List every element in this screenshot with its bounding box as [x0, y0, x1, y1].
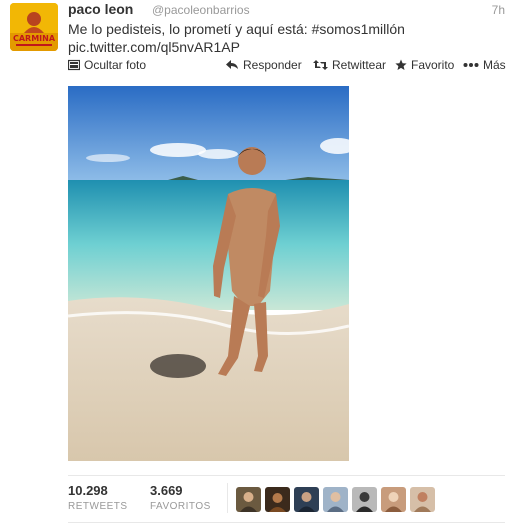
- favoriter-avatar-7[interactable]: [410, 487, 435, 512]
- hide-photo-button[interactable]: Ocultar foto: [68, 58, 146, 72]
- favoriter-avatars: [236, 487, 435, 512]
- favorite-button[interactable]: Favorito: [395, 58, 454, 72]
- photo-icon: [68, 59, 80, 71]
- star-icon: [395, 59, 407, 71]
- favoriter-avatar-4[interactable]: [323, 487, 348, 512]
- tweet-body: Me lo pedisteis, lo prometí y aquí está:…: [68, 21, 405, 37]
- tweet-timestamp[interactable]: 7h: [492, 3, 505, 17]
- stats-separator: [227, 483, 228, 513]
- more-label: Más: [483, 58, 506, 72]
- tweet-actions: Ocultar foto Responder Retwittear Favori…: [68, 58, 508, 76]
- stats-divider-bottom: [68, 522, 505, 523]
- tweet-text: Me lo pedisteis, lo prometí y aquí está:…: [68, 20, 488, 56]
- favoriter-avatar-1[interactable]: [236, 487, 261, 512]
- retweet-stat-label: RETWEETS: [68, 501, 128, 512]
- more-button[interactable]: Más: [463, 58, 506, 72]
- favorite-count: 3.669: [150, 483, 183, 498]
- reply-label: Responder: [243, 58, 302, 72]
- favorite-stat[interactable]: 3.669 FAVORITOS: [150, 483, 211, 512]
- reply-icon: [225, 59, 239, 71]
- stats-divider-top: [68, 475, 505, 476]
- tweet: CARMINA paco leon @pacoleonbarrios 7h Me…: [0, 0, 515, 529]
- hide-photo-label: Ocultar foto: [84, 58, 147, 72]
- retweet-label: Retwittear: [332, 58, 387, 72]
- favoriter-avatar-2[interactable]: [265, 487, 290, 512]
- tweet-photo[interactable]: [68, 86, 349, 461]
- favoriter-avatar-5[interactable]: [352, 487, 377, 512]
- profile-avatar[interactable]: CARMINA: [10, 3, 58, 51]
- retweet-icon: [313, 59, 328, 71]
- favorite-label: Favorito: [411, 58, 455, 72]
- svg-text:CARMINA: CARMINA: [13, 34, 56, 43]
- retweet-button[interactable]: Retwittear: [313, 58, 386, 72]
- tweet-photo-link[interactable]: pic.twitter.com/ql5nvAR1AP: [68, 38, 488, 56]
- retweet-count: 10.298: [68, 483, 108, 498]
- author-handle[interactable]: @pacoleonbarrios: [152, 3, 250, 17]
- retweet-stat[interactable]: 10.298 RETWEETS: [68, 483, 128, 512]
- favoriter-avatar-3[interactable]: [294, 487, 319, 512]
- reply-button[interactable]: Responder: [225, 58, 302, 72]
- author-name[interactable]: paco leon: [68, 1, 133, 17]
- favoriter-avatar-6[interactable]: [381, 487, 406, 512]
- more-dots-icon: [463, 59, 479, 71]
- favorite-stat-label: FAVORITOS: [150, 501, 211, 512]
